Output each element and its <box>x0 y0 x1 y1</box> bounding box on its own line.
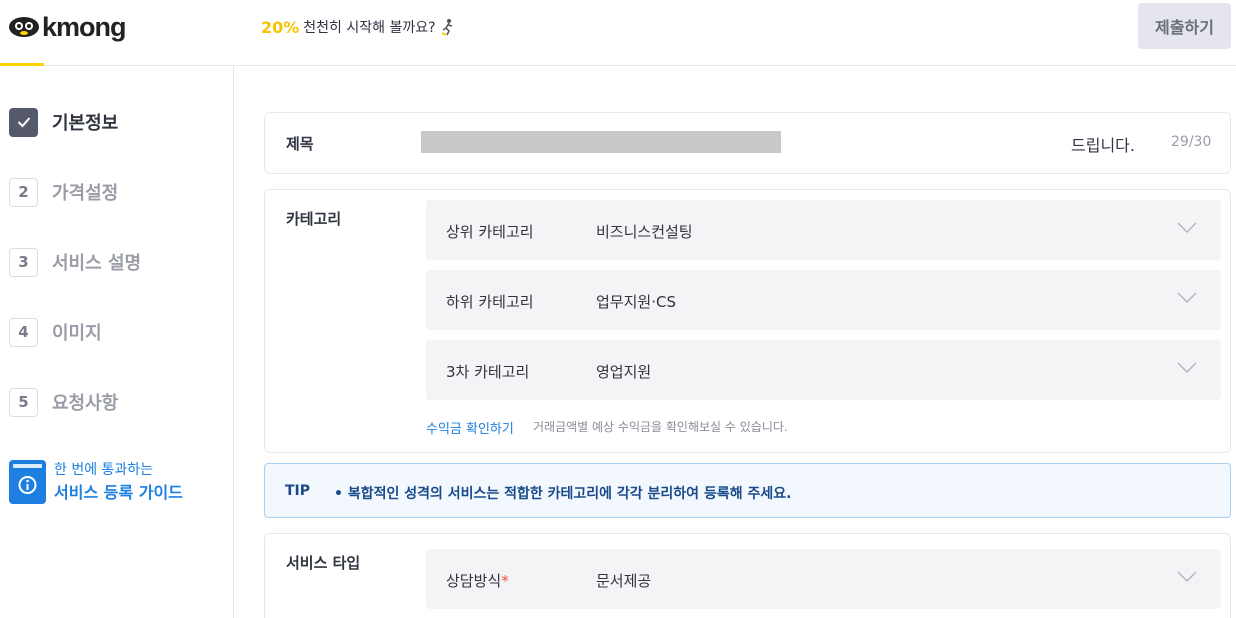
kmong-logo[interactable]: kmong <box>8 12 127 42</box>
step-service-description[interactable]: 3 서비스 설명 <box>9 247 141 277</box>
consult-method-select[interactable]: 상담방식* 문서제공 <box>426 549 1221 609</box>
promo-text: 천천히 시작해 볼까요? <box>303 20 436 36</box>
tip-text: • 복합적인 성격의 서비스는 적합한 카테고리에 각각 분리하여 등록해 주세… <box>334 486 792 502</box>
select-label: 3차 카테고리 <box>446 363 530 381</box>
chevron-down-icon <box>1177 222 1197 234</box>
chevron-down-icon <box>1177 571 1197 583</box>
step-label: 이미지 <box>52 323 102 344</box>
submit-button[interactable]: 제출하기 <box>1138 3 1231 49</box>
step-number: 4 <box>9 317 38 347</box>
step-sidebar: 기본정보 2 가격설정 3 서비스 설명 4 이미지 5 요청사항 한 번에 통… <box>0 66 234 618</box>
runner-icon <box>441 19 452 36</box>
revenue-check-link[interactable]: 수익금 확인하기 <box>426 418 514 437</box>
guide-line2: 서비스 등록 가이드 <box>54 483 183 502</box>
guide-book-icon <box>9 460 46 504</box>
select-label: 하위 카테고리 <box>446 293 534 311</box>
step-images[interactable]: 4 이미지 <box>9 317 102 347</box>
title-field-card: 제목 드립니다. 29/30 <box>264 112 1231 174</box>
kmong-logo-mark-icon <box>9 17 39 37</box>
title-label: 제목 <box>286 135 314 153</box>
step-label: 서비스 설명 <box>52 253 142 274</box>
service-type-label: 서비스 타입 <box>286 554 361 572</box>
tip-label: TIP <box>285 483 311 499</box>
required-mark: * <box>501 572 509 590</box>
check-icon <box>17 117 30 128</box>
select-label: 상위 카테고리 <box>446 223 534 241</box>
step-requests[interactable]: 5 요청사항 <box>9 387 118 417</box>
registration-guide-link[interactable]: 한 번에 통과하는 서비스 등록 가이드 <box>9 460 183 506</box>
chevron-down-icon <box>1177 362 1197 374</box>
step-label: 요청사항 <box>52 393 119 414</box>
promo-message: 20% 천천히 시작해 볼까요? <box>261 17 454 37</box>
category-card: 카테고리 상위 카테고리 비즈니스컨설팅 하위 카테고리 업무지원·CS 3차 … <box>264 189 1231 453</box>
tip-banner: TIP • 복합적인 성격의 서비스는 적합한 카테고리에 각각 분리하여 등록… <box>264 463 1231 518</box>
select-value: 문서제공 <box>596 572 652 590</box>
title-char-count: 29/30 <box>1171 134 1212 150</box>
top-category-select[interactable]: 상위 카테고리 비즈니스컨설팅 <box>426 200 1221 260</box>
title-suffix: 드립니다. <box>1071 136 1135 155</box>
third-category-select[interactable]: 3차 카테고리 영업지원 <box>426 340 1221 400</box>
category-label: 카테고리 <box>286 210 342 228</box>
step-basic-info[interactable]: 기본정보 <box>9 107 118 137</box>
logo-text: kmong <box>42 12 127 42</box>
revenue-description: 거래금액별 예상 수익금을 확인해보실 수 있습니다. <box>533 420 788 434</box>
step-label: 가격설정 <box>52 183 119 204</box>
promo-percent: 20% <box>261 17 300 37</box>
top-header: kmong 20% 천천히 시작해 볼까요? 제출하기 <box>0 0 1236 66</box>
service-type-card: 서비스 타입 상담방식* 문서제공 <box>264 533 1231 618</box>
step-number: 5 <box>9 387 38 417</box>
step-check-box <box>9 107 38 137</box>
title-input[interactable] <box>421 131 781 153</box>
step-number: 3 <box>9 247 38 277</box>
chevron-down-icon <box>1177 292 1197 304</box>
select-value: 업무지원·CS <box>596 293 676 311</box>
select-label: 상담방식* <box>446 572 509 590</box>
step-number: 2 <box>9 177 38 207</box>
step-label: 기본정보 <box>52 113 119 134</box>
select-value: 영업지원 <box>596 363 652 381</box>
sub-category-select[interactable]: 하위 카테고리 업무지원·CS <box>426 270 1221 330</box>
select-value: 비즈니스컨설팅 <box>596 223 693 241</box>
step-pricing[interactable]: 2 가격설정 <box>9 177 118 207</box>
guide-line1: 한 번에 통과하는 <box>54 462 154 478</box>
